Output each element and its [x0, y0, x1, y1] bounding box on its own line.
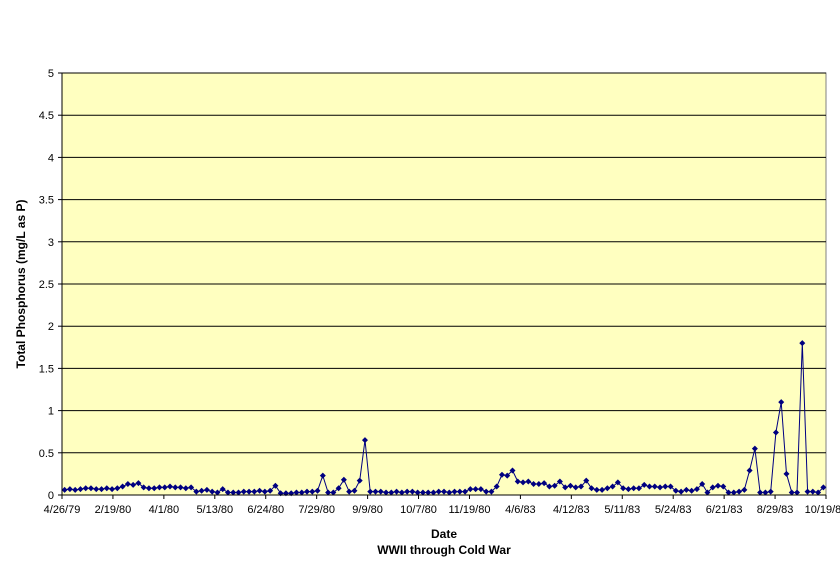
- y-tick-label: 3: [48, 237, 54, 249]
- y-axis-title: Total Phosphorus (mg/L as P): [14, 200, 28, 369]
- y-tick-label: 1: [48, 406, 54, 418]
- x-tick-label: 9/9/80: [352, 504, 383, 516]
- phosphorus-chart: 0 0.5 1 1.5 2 2.5 3 3.5 4 4.5 5 4/26/79 2/19/80 4/1/…: [14, 68, 840, 557]
- x-tick-label: 4/26/79: [44, 504, 81, 516]
- y-axis-ticks: 0 0.5 1 1.5 2 2.5 3 3.5 4 4.5 5: [39, 68, 62, 502]
- y-tick-label: 2.5: [39, 279, 54, 291]
- x-axis-subtitle: WWII through Cold War: [377, 543, 511, 557]
- y-tick-label: 4.5: [39, 110, 54, 122]
- x-tick-label: 10/19/83: [805, 504, 840, 516]
- x-tick-label: 5/24/83: [655, 504, 692, 516]
- x-tick-label: 6/21/83: [706, 504, 743, 516]
- x-tick-label: 5/11/83: [604, 504, 640, 516]
- y-tick-label: 0.5: [39, 448, 54, 460]
- x-tick-label: 8/29/83: [757, 504, 794, 516]
- x-tick-label: 7/29/80: [298, 504, 335, 516]
- x-tick-label: 6/24/80: [247, 504, 284, 516]
- y-tick-label: 0: [48, 490, 54, 502]
- y-tick-label: 5: [48, 68, 54, 80]
- x-tick-label: 4/1/80: [149, 504, 180, 516]
- x-tick-label: 11/19/80: [448, 504, 490, 516]
- x-tick-label: 2/19/80: [95, 504, 132, 516]
- x-tick-label: 10/7/80: [400, 504, 437, 516]
- x-axis-ticks: 4/26/79 2/19/80 4/1/80 5/13/80 6/24/80 7/29/8…: [44, 495, 840, 516]
- x-tick-label: 4/12/83: [553, 504, 590, 516]
- x-tick-label: 4/6/83: [505, 504, 536, 516]
- y-tick-label: 3.5: [39, 195, 54, 207]
- x-axis-title: Date: [431, 527, 457, 541]
- y-tick-label: 4: [48, 152, 54, 164]
- y-tick-label: 1.5: [39, 363, 54, 375]
- y-tick-label: 2: [48, 321, 54, 333]
- x-tick-label: 5/13/80: [196, 504, 233, 516]
